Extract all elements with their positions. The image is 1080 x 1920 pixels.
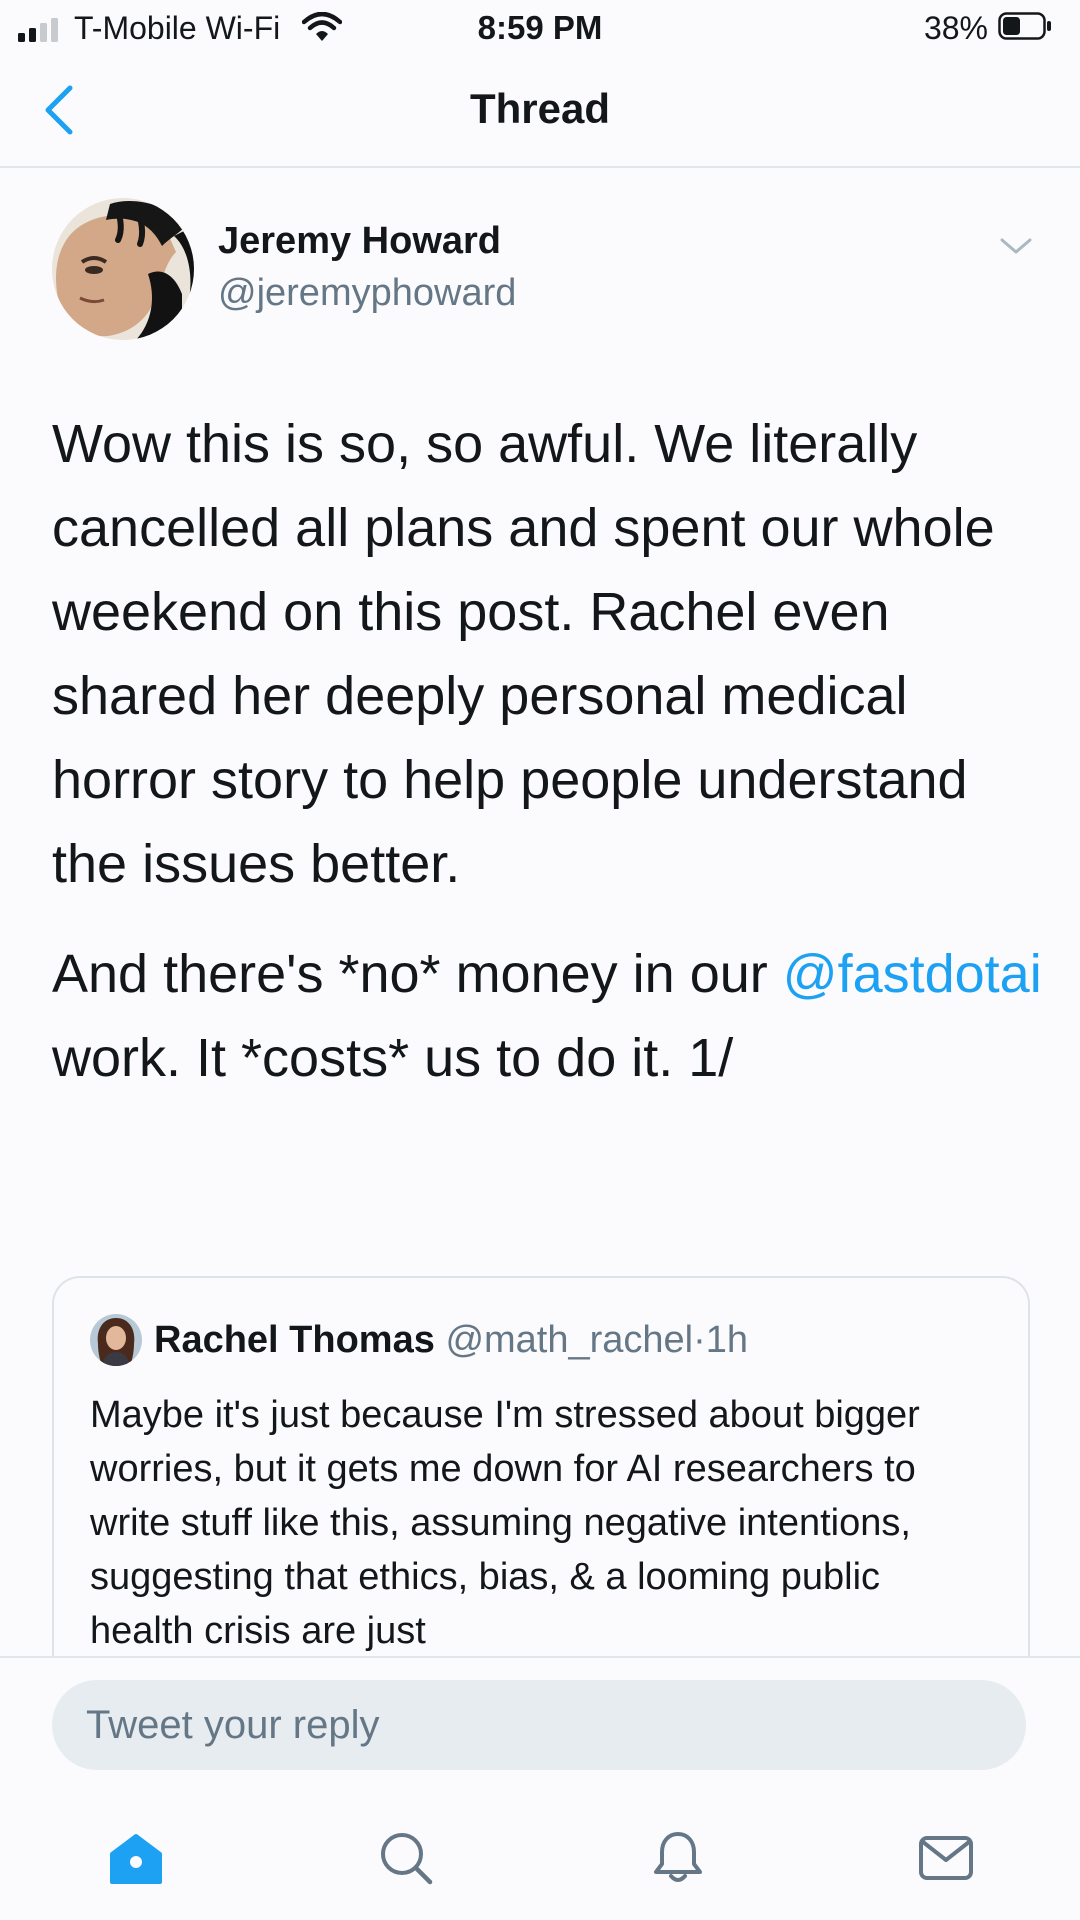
messages-icon[interactable] bbox=[918, 1830, 974, 1886]
quoted-tweet-text: Maybe it's just because I'm stressed abo… bbox=[90, 1394, 920, 1652]
quoted-author-handle[interactable]: @math_rachel bbox=[445, 1319, 693, 1361]
chevron-down-icon[interactable] bbox=[998, 234, 1034, 258]
tweet-paragraph: And there's *no* money in our @fastdotai… bbox=[52, 932, 1052, 1100]
divider bbox=[0, 1656, 1080, 1658]
author-name[interactable]: Jeremy Howard bbox=[218, 218, 501, 264]
tweet-text-segment: work. It *costs* us to do it. 1/ bbox=[52, 1028, 734, 1088]
quoted-tweet[interactable]: Rachel Thomas @math_rachel·1h Maybe it's… bbox=[52, 1276, 1030, 1698]
mention-link[interactable]: @fastdotai bbox=[783, 944, 1042, 1004]
search-icon[interactable] bbox=[378, 1830, 434, 1886]
meta-separator: · bbox=[693, 1319, 706, 1361]
navigation-header: Thread bbox=[0, 56, 1080, 168]
quoted-timestamp: 1h bbox=[705, 1319, 749, 1361]
page-title: Thread bbox=[469, 85, 611, 132]
reply-input[interactable]: Tweet your reply bbox=[52, 1680, 1026, 1770]
tweet-paragraph: Wow this is so, so awful. We literally c… bbox=[52, 414, 995, 894]
battery-icon bbox=[998, 12, 1051, 40]
home-icon[interactable] bbox=[108, 1830, 164, 1886]
quoted-author-avatar[interactable] bbox=[90, 1314, 142, 1366]
author-handle[interactable]: @jeremyphoward bbox=[218, 270, 516, 316]
reply-placeholder: Tweet your reply bbox=[86, 1703, 380, 1747]
quoted-author-name[interactable]: Rachel Thomas bbox=[154, 1319, 435, 1361]
tweet-text: Wow this is so, so awful. We literally c… bbox=[52, 402, 1052, 1100]
notifications-icon[interactable] bbox=[650, 1830, 706, 1886]
clock: 8:59 PM bbox=[477, 9, 603, 46]
author-avatar[interactable] bbox=[52, 198, 194, 340]
status-bar: T-Mobile Wi-Fi 8:59 PM 38% bbox=[0, 0, 1080, 56]
tweet-text-segment: And there's *no* money in our bbox=[52, 944, 783, 1004]
battery-percent: 38% bbox=[923, 10, 988, 46]
quoted-author-line: Rachel Thomas @math_rachel·1h bbox=[154, 1316, 748, 1364]
